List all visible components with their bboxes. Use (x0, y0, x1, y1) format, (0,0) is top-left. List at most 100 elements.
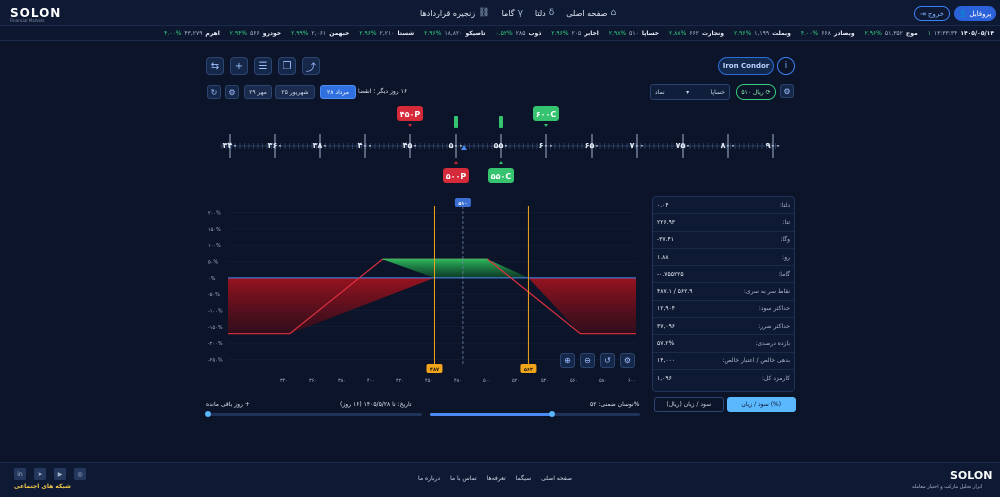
ruler-tick-label: ۳۶۰ (268, 141, 283, 150)
swap-icon[interactable]: ⇆ (206, 57, 224, 75)
chevron-down-icon: ▾ (686, 88, 690, 96)
refresh-icon[interactable]: ↻ (207, 85, 221, 99)
ruler-tick-label: ۸۰۰ (721, 141, 736, 150)
ticker-item[interactable]: ۱۴۰۵/۰۵/۱۴ ۱۳:۳۳:۳۴ ۱ (928, 30, 994, 37)
toggle-pnl-percent[interactable]: سود / زیان (%) (726, 397, 796, 412)
settings-icon[interactable]: ⚙ (620, 353, 635, 368)
stat-row: ۲۲۶.۹۳ تتا: (653, 214, 794, 232)
zoom-out-icon[interactable]: ⊖ (580, 353, 595, 368)
logo-subtitle: Financial Markets (10, 18, 45, 23)
ticker-price: ۵۱۰ (629, 29, 639, 37)
days-remaining-label: + روز باقی مانده (206, 401, 250, 408)
share-icon[interactable]: ⤴ (302, 57, 320, 75)
stat-row: -۰.۷۵۵۲۲۵ گاما: (653, 266, 794, 284)
nav-label: زنجیره قراردادها (420, 8, 476, 18)
toggle-pnl-rial[interactable]: سود / زیان (ریال) (654, 397, 724, 412)
y-tick-label: ۲۰۰% (208, 211, 221, 217)
stat-value: ۴۸۷.۱ / ۵۶۲.۹ (657, 288, 693, 296)
ticker-item[interactable]: ونجارت ۶۶۲ ۲.۸۸% (669, 30, 724, 37)
stat-value: ۵۷.۲% (657, 340, 675, 348)
reset-icon[interactable]: ↺ (600, 353, 615, 368)
ticker-price: ۲,۰۶۱ (311, 29, 327, 37)
settings-small-icon[interactable]: ⚙ (225, 85, 239, 99)
logout-icon: ⇥ (920, 9, 926, 18)
y-tick-label: -۲۰۰% (208, 341, 223, 347)
instagram-icon[interactable]: ◎ (74, 468, 86, 480)
date-pill-1[interactable]: ۲۵ شهریور (275, 85, 315, 99)
volatility-fill (430, 413, 552, 416)
stat-value: ۱.۸۸ (657, 253, 669, 261)
x-tick-label: ۵۴۰ (541, 378, 549, 384)
ticker-item[interactable]: خبهمن ۲,۰۶۱ ۲.۹۹% (291, 30, 349, 37)
stat-label: بدهی خالص / اعتبار خالص: (722, 357, 790, 365)
ticker-price: ۲۰۵ (571, 29, 582, 37)
profile-button[interactable]: 👤 پروفایل (954, 6, 996, 21)
ticker-change: ۲.۹۶% (424, 29, 442, 37)
nav-label: گاما (501, 8, 515, 18)
date-pill-0[interactable]: ۲۹ مهر (244, 85, 272, 99)
ticker-item[interactable]: شستا ۲,۲۱۰ ۲.۹۶% (359, 30, 414, 37)
footer-link[interactable]: تماس با ما (450, 475, 477, 482)
footer-link[interactable]: صفحه اصلی (541, 475, 572, 482)
ticker-change: ۲.۹۴% (229, 29, 248, 37)
ticker-price: ۲,۲۱۰ (379, 29, 395, 37)
ticker-price: ۶۶۲ (689, 29, 699, 37)
strike-handle[interactable] (499, 116, 503, 128)
date-knob[interactable] (205, 411, 211, 417)
telegram-icon[interactable]: ➤ (34, 468, 46, 480)
nav-item-0[interactable]: ⌂ صفحه اصلی (566, 8, 616, 18)
date-slider[interactable] (205, 411, 422, 417)
youtube-icon[interactable]: ▶ (54, 468, 66, 480)
ticker-item[interactable]: ذوب ۲۸۵ ۰.۵۲% (495, 30, 541, 37)
stat-value: -۳۷.۴۱ (657, 236, 674, 244)
symbol-select[interactable]: نماد ▾ خساپا (650, 84, 730, 100)
spot-price-button[interactable]: ۵۱۰ ریال ⟳ (736, 84, 776, 100)
nav-item-3[interactable]: ⛓ زنجیره قراردادها (420, 8, 490, 18)
x-tick-label: ۵۸۰ (599, 378, 607, 384)
x-tick-label: ۵۰۰ (483, 378, 491, 384)
bookmark-icon[interactable]: ❐ (278, 57, 296, 75)
stat-row: ۱۴,۰۰۰ بدهی خالص / اعتبار خالص: (653, 353, 794, 370)
volatility-slider[interactable] (430, 411, 640, 417)
checklist-icon[interactable]: ☰ (254, 57, 272, 75)
footer-link[interactable]: تعرفه‌ها (487, 475, 506, 482)
ruler-tick-label: ۷۰۰ (630, 141, 645, 150)
date-pill-2[interactable]: ۲۸ مرداد (320, 85, 356, 99)
ticker-change: ۰.۵۲% (495, 29, 513, 37)
spot-label: ۵۱۰ (458, 201, 467, 207)
volatility-knob[interactable] (548, 411, 555, 417)
zoom-in-icon[interactable]: ⊕ (560, 353, 575, 368)
gear-icon[interactable]: ⚙ (780, 84, 794, 98)
linkedin-icon[interactable]: in (14, 468, 26, 480)
strategy-selector[interactable]: Iron Condor (718, 57, 774, 75)
stat-label: دلتا: (779, 201, 790, 209)
nav-item-1[interactable]: δ دلتا (535, 8, 554, 18)
stat-label: حداکثر سود: (758, 305, 790, 313)
ticker-item[interactable]: تاصیکو ۱۸,۸۲۰ ۲.۹۶% (424, 30, 485, 37)
strike-ruler[interactable]: ۳۴۰ ۳۶۰ ۳۸۰ ۴۰۰ ۴۵۰ ۵۰۰ ۵۵۰ ۶۰۰ ۶۵۰ ۷۰۰ ۷۵۰ ۸۰۰ ۹۰۰ ۴… (200, 104, 790, 188)
ruler-tick-label: ۶۰۰ (539, 141, 554, 150)
footer-link[interactable]: سیگما (516, 475, 531, 482)
ticker-item[interactable]: اخابر ۲۰۵ ۲.۹۶% (551, 30, 599, 37)
ticker-item[interactable]: موج ۵۱,۳۵۲ ۲.۹۶% (865, 30, 918, 37)
strike-leg-label: ۴۵۰P (400, 110, 421, 119)
exit-button[interactable]: ⇥ خروج (914, 6, 950, 21)
strike-handle[interactable] (454, 116, 458, 128)
ticker-symbol: وبملت (772, 29, 791, 37)
social-links: in ➤ ▶ ◎ (14, 468, 86, 480)
ticker-item[interactable]: خودرو ۵۶۶ ۲.۹۴% (230, 30, 281, 37)
ticker-item[interactable]: خساپا ۵۱۰ ۲.۹۸% (609, 30, 659, 37)
ticker-price: ۶۶۸ (821, 29, 831, 37)
y-tick-label: ۵۰% (208, 260, 218, 266)
nav-item-2[interactable]: γ گاما (502, 8, 523, 18)
ticker-item[interactable]: وبصادر ۶۶۸ ۴.۰۰% (801, 30, 855, 37)
footer-link[interactable]: درباره ما (418, 475, 440, 482)
info-icon[interactable]: i (777, 57, 795, 75)
plus-icon[interactable]: + (230, 57, 248, 75)
ticker-change: ۲.۹۸% (608, 29, 627, 37)
ruler-tick-label: ۶۵۰ (585, 141, 600, 150)
ticker-item[interactable]: اهرم ۴۳,۲۷۹ ۴.۰۰% (164, 30, 220, 37)
ticker-price: ۱,۱۹۹ (754, 29, 770, 37)
ticker-item[interactable]: وبملت ۱,۱۹۹ ۲.۹۶% (734, 30, 791, 37)
ticker-change: ۲.۹۶% (864, 29, 882, 37)
